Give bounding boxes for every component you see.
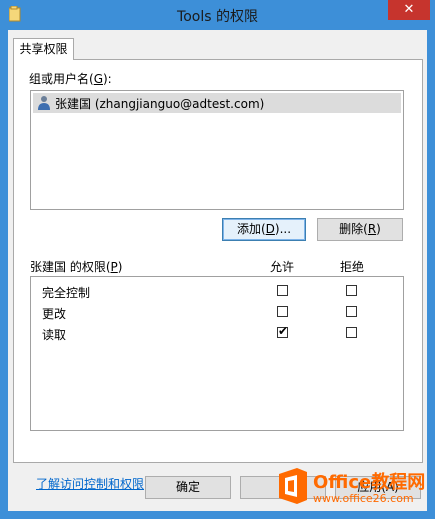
window-title: Tools 的权限 <box>177 9 258 25</box>
deny-checkbox[interactable] <box>346 327 357 338</box>
allow-header: 允许 <box>270 260 295 274</box>
deny-checkbox[interactable] <box>346 306 357 317</box>
dialog-body: 共享权限 组或用户名(G): 张建国 (zhangjianguo@adtest.… <box>8 30 427 511</box>
close-icon: ✕ <box>403 2 415 17</box>
permissions-label: 张建国 的权限(P) <box>30 260 123 274</box>
deny-header: 拒绝 <box>340 260 365 274</box>
allow-checkbox[interactable] <box>277 285 288 296</box>
permission-name: 更改 <box>42 307 67 321</box>
permissions-list: 完全控制 更改 读取 ✔ <box>30 276 404 431</box>
checkmark-icon: ✔ <box>278 324 289 338</box>
list-item[interactable]: 张建国 (zhangjianguo@adtest.com) <box>33 93 401 113</box>
watermark-url: www.office26.com <box>313 492 414 505</box>
watermark-text: Office教程网 <box>313 472 426 493</box>
office-logo-icon <box>279 468 307 504</box>
user-icon <box>38 96 50 110</box>
ok-button[interactable]: 确定 <box>145 476 231 499</box>
users-label: 组或用户名(G): <box>29 72 112 86</box>
tab-panel: 组或用户名(G): 张建国 (zhangjianguo@adtest.com) … <box>13 59 423 491</box>
allow-checkbox[interactable]: ✔ <box>277 324 289 338</box>
title-bar[interactable]: Tools 的权限 ✕ <box>0 0 435 30</box>
permission-name: 读取 <box>42 328 67 342</box>
permission-row-read: 读取 ✔ <box>31 324 403 344</box>
permissions-dialog: Tools 的权限 ✕ 共享权限 组或用户名(G): 张建国 (zhangjia… <box>0 0 435 519</box>
remove-button[interactable]: 删除(R) <box>317 218 403 241</box>
add-button[interactable]: 添加(D)... <box>222 218 306 241</box>
permission-row-change: 更改 <box>31 303 403 323</box>
help-link[interactable]: 了解访问控制和权限 <box>36 475 144 492</box>
deny-checkbox[interactable] <box>346 285 357 296</box>
permission-row-full-control: 完全控制 <box>31 282 403 302</box>
users-listbox[interactable]: 张建国 (zhangjianguo@adtest.com) <box>30 90 404 210</box>
tab-share-permissions[interactable]: 共享权限 <box>13 38 74 60</box>
user-name: 张建国 (zhangjianguo@adtest.com) <box>55 97 265 111</box>
allow-checkbox[interactable] <box>277 306 288 317</box>
permission-name: 完全控制 <box>42 286 91 300</box>
close-button[interactable]: ✕ <box>388 0 430 20</box>
watermark: Office教程网 www.office26.com <box>275 466 435 516</box>
